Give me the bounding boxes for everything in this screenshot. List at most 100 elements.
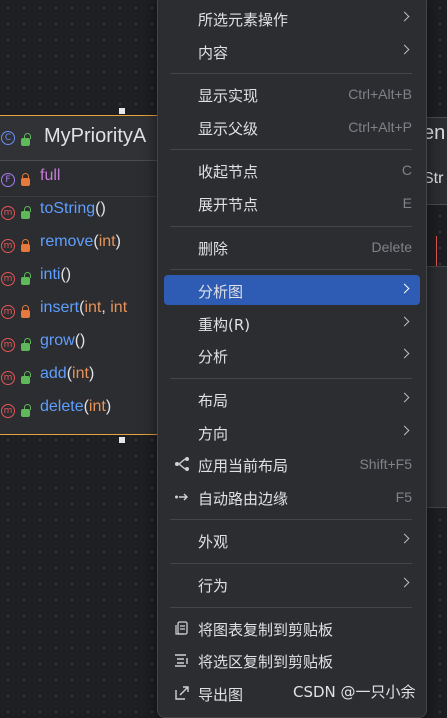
param-type: int [72, 365, 89, 382]
copy-diagram-icon [174, 620, 190, 636]
context-menu: 所选元素操作 内容显示实现 Ctrl+Alt+B 显示父级 Ctrl+Alt+P 收起节点… [157, 0, 427, 718]
param-type: int [98, 233, 116, 250]
close-paren: ) [115, 233, 121, 250]
menu-item-label: 所选元素操作 [198, 11, 289, 29]
edge-line [436, 236, 437, 266]
public-lock-icon [21, 338, 31, 351]
menu-separator [170, 378, 412, 379]
member-name: toString [40, 200, 96, 217]
member-name: add [40, 365, 67, 382]
class-field-row[interactable]: Ffull [0, 164, 161, 197]
menu-item-label: 方向 [198, 424, 229, 443]
class-method-row[interactable]: m toString() [0, 197, 161, 227]
menu-item-analyze[interactable]: 分析 [164, 340, 420, 370]
menu-item-analyze-graph[interactable]: 分析图 [164, 275, 420, 306]
menu-item-shortcut: E [402, 195, 412, 211]
menu-separator [170, 563, 412, 564]
close-paren: ) [65, 266, 72, 283]
menu-item-label: 导出图 [198, 685, 244, 704]
method-kind-icon: m [1, 371, 15, 385]
menu-separator [170, 519, 412, 521]
selection-handle-top[interactable] [119, 108, 125, 114]
menu-item-label: 内容 [198, 43, 229, 62]
menu-item-label: 布局 [198, 392, 229, 410]
class-title: MyPriorityA [44, 125, 147, 147]
class-method-row[interactable]: m insert(int, int [0, 296, 161, 326]
method-kind-icon: m [1, 338, 15, 352]
menu-item-refactor[interactable]: 重构(R) [164, 308, 420, 338]
menu-item-copy-selection[interactable]: 将选区复制到剪贴板 [164, 645, 420, 675]
class-header[interactable]: C MyPriorityA [0, 116, 161, 161]
class-method-row[interactable]: m grow() [0, 329, 161, 359]
member-signature: insert(int, int [40, 299, 127, 317]
menu-item-orientation[interactable]: 方向 [164, 417, 420, 447]
method-kind-icon: m [1, 404, 15, 418]
menu-item-layout[interactable]: 布局 [164, 384, 420, 414]
param-type: int [110, 299, 128, 316]
menu-item-selected-elements-ops[interactable]: 所选元素操作 [164, 3, 420, 33]
uml-class-node[interactable]: C MyPriorityA Ffull m toString() m remove(in… [0, 115, 162, 435]
field-kind-icon: F [1, 173, 15, 187]
menu-item-collapse-nodes[interactable]: 收起节点 C [164, 155, 420, 185]
class-method-row[interactable]: m delete(int) [0, 395, 161, 425]
menu-item-content[interactable]: 内容 [164, 36, 420, 66]
menu-separator [170, 606, 412, 608]
member-name: inti [40, 266, 61, 283]
menu-item-shortcut: Ctrl+Alt+P [348, 118, 412, 135]
member-name: remove [40, 233, 94, 250]
menu-separator [170, 269, 412, 271]
menu-item-label: 分析图 [198, 283, 244, 302]
menu-item-show-parents[interactable]: 显示父级 Ctrl+Alt+P [164, 112, 420, 142]
menu-item-show-implementations[interactable]: 显示实现 Ctrl+Alt+B [164, 79, 420, 109]
member-name: delete [40, 398, 84, 415]
menu-item-label: 行为 [198, 577, 229, 595]
menu-item-apply-current-layout[interactable]: 应用当前布局 Shift+F5 [164, 449, 420, 479]
param-separator: , [101, 299, 111, 316]
chevron-right-icon [399, 392, 410, 403]
class-method-row[interactable]: m remove(int) [0, 230, 161, 260]
menu-item-expand-nodes[interactable]: 展开节点 E [164, 188, 420, 218]
menu-item-label: 应用当前布局 [198, 457, 289, 476]
class-method-row[interactable]: m inti() [0, 263, 161, 293]
export-icon [174, 685, 190, 701]
chevron-right-icon [399, 533, 410, 544]
class-method-row[interactable]: m add(int) [0, 362, 161, 392]
selection-handle-bottom[interactable] [119, 437, 125, 443]
method-kind-icon: m [1, 206, 15, 220]
menu-item-appearance[interactable]: 外观 [164, 525, 420, 555]
chevron-right-icon [399, 577, 410, 588]
member-signature: inti() [40, 266, 71, 284]
menu-item-behavior[interactable]: 行为 [164, 569, 420, 599]
menu-item-delete[interactable]: 删除 Delete [164, 232, 420, 262]
member-signature: grow() [40, 332, 85, 350]
menu-separator [170, 225, 412, 227]
menu-item-copy-diagram[interactable]: 将图表复制到剪贴板 [164, 613, 420, 643]
menu-item-shortcut: F5 [395, 488, 412, 505]
private-lock-icon [21, 173, 30, 186]
apply-layout-icon [174, 456, 190, 472]
menu-item-label: 自动路由边缘 [198, 489, 289, 508]
member-signature: remove(int) [40, 233, 121, 251]
member-name: insert [40, 299, 80, 316]
menu-separator [170, 149, 412, 151]
private-lock-icon [21, 239, 30, 252]
chevron-right-icon [399, 44, 410, 55]
member-name: full [40, 167, 61, 184]
method-kind-icon: m [1, 305, 15, 319]
member-signature: full [40, 167, 60, 185]
menu-separator [170, 73, 412, 75]
public-lock-icon [21, 206, 31, 219]
private-lock-icon [21, 305, 30, 318]
close-paren: ) [88, 365, 95, 382]
member-signature: toString() [40, 200, 106, 218]
menu-item-shortcut: Shift+F5 [359, 456, 412, 473]
menu-item-label: 外观 [198, 533, 229, 552]
menu-item-label: 显示父级 [198, 119, 259, 138]
chevron-right-icon [399, 283, 410, 294]
close-paren: ) [80, 332, 86, 349]
param-type: int [88, 398, 106, 415]
menu-item-label: 展开节点 [198, 196, 259, 214]
menu-item-auto-route-edges[interactable]: 自动路由边缘 F5 [164, 482, 420, 512]
menu-item-label: 分析 [198, 348, 229, 367]
public-lock-icon [21, 272, 31, 285]
